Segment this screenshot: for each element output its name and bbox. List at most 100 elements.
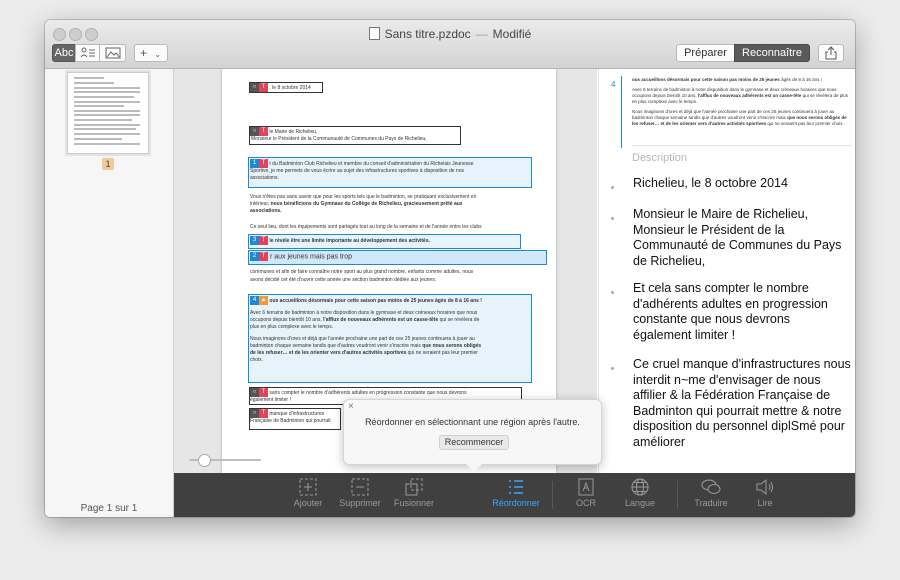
region-4-line-6a: de les refuser… et de les orienter vers … xyxy=(250,350,407,356)
zoom-slider[interactable] xyxy=(189,454,261,467)
tab-preparer[interactable]: Préparer xyxy=(676,44,735,62)
region-infrastructures-content: ○ T manque d'infrastructures Française de… xyxy=(250,409,331,425)
bottom-toolbar: Ajouter Supprimer Fusionner Réordonner O… xyxy=(174,473,855,517)
tool-ocr[interactable]: OCR xyxy=(556,478,616,508)
person-text-icon xyxy=(80,47,95,58)
region-4-line-3: plus en plus complexe avec le temps. xyxy=(250,324,334,330)
page-number-badge: 1 xyxy=(102,158,114,170)
tool-ocr-label: OCR xyxy=(576,498,596,508)
preview-region-number: 4 xyxy=(611,80,616,89)
region-4-line-2c: qui se révèlera de xyxy=(439,317,480,323)
recognition-panel: 4 ous accueillons désormais pour cette s… xyxy=(598,69,855,473)
tab-reconnaitre[interactable]: Reconnaître xyxy=(734,44,810,62)
recognized-entry[interactable]: Et cela sans compter le nombre d'adhéren… xyxy=(611,281,851,343)
toolbar-separator xyxy=(552,481,553,509)
add-label: + xyxy=(140,46,148,60)
view-text-label: Abc xyxy=(54,47,74,59)
text-type-icon: T xyxy=(259,252,268,261)
paragraph-1-line-2: Sportive, je me permets de vous écrire a… xyxy=(250,168,464,174)
description-divider xyxy=(632,145,852,146)
paragraph-1-line-1: t du Badminton Club Richelieu et membre … xyxy=(269,160,474,167)
region-order-badge: ○ xyxy=(250,388,259,397)
entry-bullet xyxy=(611,291,614,294)
paragraph-2-line-2b: nous bénéficions du Gymnase du Collège d… xyxy=(270,201,463,207)
reorder-popover: × Réordonner en sélectionnant une région… xyxy=(343,399,602,472)
tool-traduire[interactable]: Traduire xyxy=(681,478,741,508)
title-separator: — xyxy=(475,27,488,41)
popover-close-button[interactable]: × xyxy=(348,401,354,412)
tool-langue-label: Langue xyxy=(624,498,656,508)
view-ocr-button[interactable] xyxy=(75,44,100,62)
region-2-text: r aux jeunes mais pas trop xyxy=(269,253,353,261)
add-menu-button[interactable]: + ⌄ xyxy=(134,44,168,62)
region-order-badge: 2 xyxy=(250,252,259,261)
tool-ajouter[interactable]: Ajouter xyxy=(278,478,338,508)
text-type-icon: T xyxy=(259,388,268,397)
region-order-badge: ○ xyxy=(250,83,259,92)
tool-langue[interactable]: Langue xyxy=(610,478,670,508)
restart-button[interactable]: Recommencer xyxy=(439,435,509,450)
window-title: Sans titre.pzdoc xyxy=(384,27,471,41)
region-order-badge: ○ xyxy=(250,409,259,418)
recognized-entry-text: Et cela sans compter le nombre d'adhéren… xyxy=(633,281,828,342)
paragraph-4: communes et afin de faire connaître notr… xyxy=(250,269,474,275)
zoom-slider-knob[interactable] xyxy=(198,454,211,467)
entry-bullet xyxy=(611,217,614,220)
tool-lire-label: Lire xyxy=(757,498,773,508)
image-icon xyxy=(105,47,120,59)
entry-bullet xyxy=(611,186,614,189)
window-title-group: Sans titre.pzdoc — Modifié xyxy=(45,27,855,41)
region-date-content: ○ T , le 8 octobre 2014 xyxy=(250,83,311,92)
tool-fusionner-label: Fusionner xyxy=(393,498,435,508)
tool-traduire-label: Traduire xyxy=(694,498,728,508)
remove-region-icon xyxy=(330,478,390,498)
text-type-icon: T xyxy=(259,127,268,136)
page-sidebar: 1 Page 1 sur 1 xyxy=(45,69,174,517)
recognized-entry[interactable]: Monsieur le Maire de Richelieu, Monsieur… xyxy=(611,207,851,269)
preview-line-1a: ous accueillons désormais pour cette sai… xyxy=(632,77,780,82)
view-image-button[interactable] xyxy=(99,44,126,62)
speaker-icon xyxy=(735,478,795,498)
popover-message: Réordonner en sélectionnant une région a… xyxy=(365,417,580,427)
title-bar: Sans titre.pzdoc — Modifié Abc + ⌄ Prépare… xyxy=(45,20,855,69)
paragraph-2-line-3: associations. xyxy=(250,208,282,214)
region-image-preview: ous accueillons désormais pour cette sai… xyxy=(632,77,852,127)
region-2-content: 2T r aux jeunes mais pas trop xyxy=(250,252,352,261)
paragraph-2: Vous n'êtes pas sans savoir que pour les… xyxy=(250,194,530,215)
region-4-line-5b: que nous serons obligés xyxy=(422,343,482,349)
toolbar-separator xyxy=(677,481,678,509)
text-type-icon: T xyxy=(259,236,268,245)
tool-reordonner[interactable]: Réordonner xyxy=(486,478,546,508)
recognized-entry[interactable]: Richelieu, le 8 octobre 2014 xyxy=(611,176,851,192)
recognized-entry-text: Ce cruel manque d'infrastructures nous i… xyxy=(633,357,851,449)
page-thumbnail[interactable] xyxy=(67,72,149,154)
region-4-line-7: choix. xyxy=(250,357,264,363)
region-3-content: 3T le révèle être une limite importante … xyxy=(250,236,430,245)
globe-icon xyxy=(610,478,670,498)
infrastructures-line-2: Française de Badminton qui pourrait xyxy=(250,418,331,424)
region-order-badge: ○ xyxy=(250,127,259,136)
view-text-button[interactable]: Abc xyxy=(52,44,76,62)
tool-supprimer[interactable]: Supprimer xyxy=(330,478,390,508)
text-type-icon: T xyxy=(259,83,268,92)
region-4-line-6b: qui ne seraient pas leur premier xyxy=(407,350,478,356)
tool-fusionner[interactable]: Fusionner xyxy=(384,478,444,508)
entry-bullet xyxy=(611,367,614,370)
tool-lire[interactable]: Lire xyxy=(735,478,795,508)
preview-line-2b: l'afflux de nouveaux adhérents est un ca… xyxy=(697,93,802,98)
region-1-content: 1T t du Badminton Club Richelieu et memb… xyxy=(250,159,530,182)
image-type-icon: ▲ xyxy=(259,296,268,305)
region-4-content: 4 ▲ ous accueillons désormais pour cette … xyxy=(250,296,528,364)
add-region-icon xyxy=(278,478,338,498)
recognized-entry[interactable]: Ce cruel manque d'infrastructures nous i… xyxy=(611,357,851,450)
window-status: Modifié xyxy=(492,27,532,41)
region-address-content: ○ T le Maire de Richelieu, xyxy=(250,127,317,136)
paragraph-5: avons décidé cet été d'ouvrir cette anné… xyxy=(250,277,437,283)
infrastructures-line-1: manque d'infrastructures xyxy=(269,410,325,417)
recognized-entry-text: Monsieur le Maire de Richelieu, Monsieur… xyxy=(633,207,842,268)
speech-bubbles-icon xyxy=(681,478,741,498)
address-line-2: Monsieur le Président de la Communauté d… xyxy=(251,136,427,142)
share-button[interactable] xyxy=(818,44,844,62)
description-field[interactable]: Description xyxy=(632,152,687,164)
paragraph-1-line-3: associations. xyxy=(250,175,279,181)
